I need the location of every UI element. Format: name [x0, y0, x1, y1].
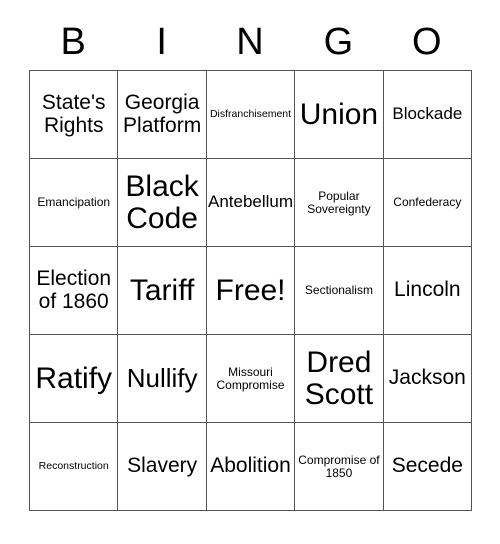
bingo-cell-label: Jackson: [388, 366, 466, 390]
bingo-cell-label: Popular Sovereignty: [307, 188, 371, 216]
bingo-cell-label: Antebellum: [207, 192, 294, 212]
bingo-header-letter-n: N: [236, 21, 264, 63]
bingo-cell[interactable]: Slavery: [118, 423, 207, 511]
bingo-cell[interactable]: Georgia Platform: [118, 71, 207, 159]
bingo-cell-label: Free!: [215, 273, 286, 307]
bingo-cell-label: Union: [299, 97, 379, 131]
bingo-cell[interactable]: Blockade: [383, 71, 473, 159]
bingo-cell-label: Secede: [391, 454, 463, 478]
bingo-row: Reconstruction Slavery Abolition Comprom…: [30, 423, 473, 511]
bingo-cell[interactable]: Compromise of 1850: [295, 423, 384, 511]
bingo-cell-label: Sectionalism: [304, 283, 373, 298]
bingo-cell[interactable]: State's Rights: [30, 71, 119, 159]
bingo-cell-label: Tariff: [129, 273, 195, 307]
bingo-cell-label: State's Rights: [41, 91, 106, 137]
bingo-cell-label: Ratify: [35, 361, 113, 395]
bingo-cell[interactable]: Nullify: [118, 335, 207, 423]
bingo-cell[interactable]: Lincoln: [383, 247, 473, 335]
bingo-cell-label: Blockade: [392, 104, 463, 124]
bingo-cell-label: Lincoln: [394, 278, 461, 302]
bingo-cell[interactable]: Ratify: [30, 335, 119, 423]
bingo-cell-label: Slavery: [127, 454, 198, 478]
bingo-cell[interactable]: Union: [295, 71, 384, 159]
bingo-cell[interactable]: Missouri Compromise: [206, 335, 296, 423]
bingo-header-letter-g: G: [323, 21, 354, 63]
bingo-cell[interactable]: Reconstruction: [30, 423, 119, 511]
bingo-cell[interactable]: Election of 1860: [30, 247, 119, 335]
bingo-row: Election of 1860 Tariff Free! Sectionali…: [30, 247, 473, 335]
bingo-cell-free-space[interactable]: Free!: [206, 247, 296, 335]
bingo-cell[interactable]: Tariff: [118, 247, 207, 335]
bingo-cell-label: Disfranchisement: [209, 107, 292, 120]
bingo-card: B I N G O State's Rights Georgia Platfor…: [29, 14, 473, 511]
bingo-cell[interactable]: Abolition: [206, 423, 296, 511]
bingo-cell-label: Georgia Platform: [123, 91, 202, 137]
bingo-cell-label: Dred Scott: [304, 345, 374, 411]
bingo-cell-label: Missouri Compromise: [216, 364, 285, 392]
bingo-cell-label: Abolition: [210, 454, 291, 478]
bingo-cell[interactable]: Emancipation: [30, 159, 119, 247]
bingo-cell[interactable]: Sectionalism: [295, 247, 384, 335]
bingo-header-letter-i: I: [156, 21, 167, 63]
bingo-cell-label: Reconstruction: [38, 459, 109, 472]
bingo-cell[interactable]: Antebellum: [206, 159, 296, 247]
bingo-cell-label: Confederacy: [393, 195, 462, 210]
bingo-cell[interactable]: Disfranchisement: [206, 71, 296, 159]
bingo-grid: State's Rights Georgia Platform Disfranc…: [29, 70, 473, 511]
bingo-header-letter-b: B: [60, 21, 86, 63]
bingo-header-row: B I N G O: [29, 14, 471, 70]
bingo-row: Emancipation Black Code Antebellum Popul…: [30, 159, 473, 247]
bingo-cell-label: Election of 1860: [36, 267, 112, 313]
bingo-cell-label: Compromise of 1850: [298, 452, 380, 480]
bingo-row: Ratify Nullify Missouri Compromise Dred …: [30, 335, 473, 423]
bingo-cell-label: Black Code: [125, 169, 199, 235]
bingo-cell-label: Nullify: [126, 362, 198, 393]
bingo-cell[interactable]: Secede: [383, 423, 473, 511]
bingo-cell[interactable]: Black Code: [118, 159, 207, 247]
bingo-cell[interactable]: Jackson: [383, 335, 473, 423]
bingo-header-letter-o: O: [412, 21, 442, 63]
bingo-cell[interactable]: Confederacy: [383, 159, 473, 247]
bingo-cell[interactable]: Dred Scott: [295, 335, 384, 423]
bingo-row: State's Rights Georgia Platform Disfranc…: [30, 71, 473, 159]
bingo-cell-label: Emancipation: [37, 195, 111, 210]
bingo-cell[interactable]: Popular Sovereignty: [295, 159, 384, 247]
